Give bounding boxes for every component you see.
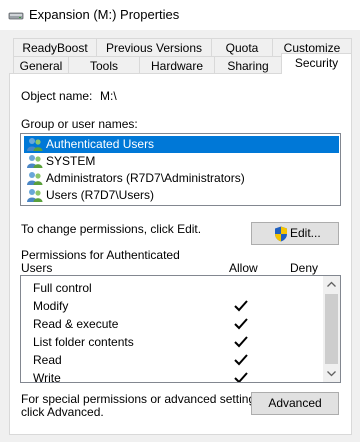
list-item-label: Authenticated Users xyxy=(46,137,155,151)
deny-column-header: Deny xyxy=(290,261,319,275)
tab-label: Previous Versions xyxy=(105,41,203,55)
tab-label: General xyxy=(19,59,63,73)
window-title: Expansion (M:) Properties xyxy=(29,7,180,22)
list-item-administrators[interactable]: Administrators (R7D7\Administrators) xyxy=(24,170,339,187)
checkmark-icon xyxy=(234,318,248,330)
change-permissions-text: To change permissions, click Edit. xyxy=(21,222,202,236)
permissions-scrollbar[interactable] xyxy=(323,276,340,382)
users-icon xyxy=(27,138,43,151)
permission-name: Write xyxy=(33,371,61,383)
edit-button-label: Edit... xyxy=(290,226,321,240)
permission-name: List folder contents xyxy=(33,335,134,349)
shield-icon xyxy=(275,226,287,242)
advanced-text-line2: click Advanced. xyxy=(21,405,104,419)
users-icon xyxy=(27,172,43,185)
tab-label: ReadyBoost xyxy=(22,41,88,55)
checkmark-icon xyxy=(234,354,248,366)
drive-icon xyxy=(8,12,24,20)
permission-row: List folder contents xyxy=(33,333,134,351)
list-item-system[interactable]: SYSTEM xyxy=(24,153,339,170)
list-item-label: SYSTEM xyxy=(46,154,96,168)
group-user-list[interactable]: Authenticated Users SYSTEM Administrator… xyxy=(20,133,341,206)
list-item-users[interactable]: Users (R7D7\Users) xyxy=(24,187,339,204)
object-name-label: Object name: xyxy=(21,89,93,103)
tab-readyboost[interactable]: ReadyBoost xyxy=(13,38,97,57)
object-name-value: M:\ xyxy=(100,89,117,103)
permissions-header-line1: Permissions for Authenticated xyxy=(21,248,180,262)
permission-row: Read & execute xyxy=(33,315,118,333)
list-item-label: Administrators (R7D7\Administrators) xyxy=(46,171,245,185)
title-bar: Expansion (M:) Properties xyxy=(0,0,360,30)
permission-name: Full control xyxy=(33,281,92,295)
permission-name: Modify xyxy=(33,299,69,313)
tab-label: Security xyxy=(294,56,339,70)
checkmark-icon xyxy=(234,336,248,348)
tab-label: Quota xyxy=(225,41,259,55)
permission-row: Read xyxy=(33,351,62,369)
list-item-label: Users (R7D7\Users) xyxy=(46,188,155,202)
permission-name: Read & execute xyxy=(33,317,119,331)
checkmark-icon xyxy=(234,372,248,382)
permissions-header-line2: Users xyxy=(21,261,53,275)
group-names-label: Group or user names: xyxy=(21,117,138,131)
tab-security[interactable]: Security xyxy=(281,53,352,74)
users-icon xyxy=(27,155,43,168)
permissions-list: Full control Modify Read & execute List … xyxy=(20,275,341,383)
advanced-text-line1: For special permissions or advanced sett… xyxy=(21,392,265,406)
tab-label: Tools xyxy=(89,59,118,73)
checkmark-icon xyxy=(234,300,248,312)
advanced-button-label: Advanced xyxy=(268,396,322,410)
tab-previous-versions[interactable]: Previous Versions xyxy=(96,38,212,57)
scroll-up-arrow-icon[interactable] xyxy=(323,276,340,293)
permission-name: Read xyxy=(33,353,62,367)
edit-button[interactable]: Edit... xyxy=(251,222,339,245)
list-item-authenticated-users[interactable]: Authenticated Users xyxy=(24,136,339,153)
tab-quota[interactable]: Quota xyxy=(211,38,273,57)
users-icon xyxy=(27,189,43,202)
scroll-down-arrow-icon[interactable] xyxy=(323,365,340,382)
scroll-thumb[interactable] xyxy=(325,294,338,364)
permission-row: Write xyxy=(33,369,61,383)
permission-row: Full control xyxy=(33,279,92,297)
tab-label: Hardware xyxy=(150,59,204,73)
allow-column-header: Allow xyxy=(229,261,258,275)
tab-label: Sharing xyxy=(227,59,269,73)
permission-row: Modify xyxy=(33,297,68,315)
advanced-button[interactable]: Advanced xyxy=(251,392,339,415)
